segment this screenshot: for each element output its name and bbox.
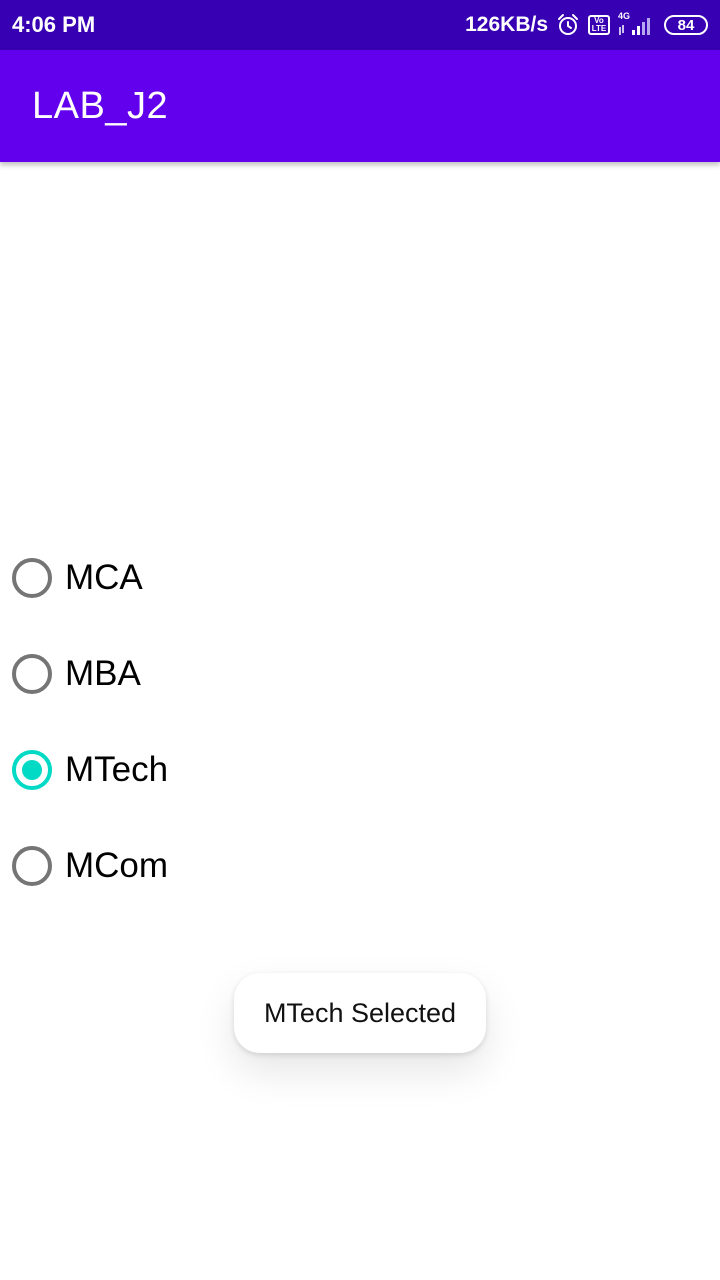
radio-option-mtech[interactable]: MTech [0,722,720,818]
toast-message: MTech Selected [263,997,457,1028]
radio-label: MTech [65,750,169,789]
volte-bottom-label: LTE [591,24,607,33]
radio-label: MBA [65,654,141,693]
radio-option-mca[interactable]: MCA [0,530,720,626]
radio-button-checked-icon[interactable] [12,750,52,790]
status-bar: 4:06 PM 126KB/s Vo LTE 4G 84 [0,0,720,50]
radio-label: MCom [65,846,169,885]
network-type-label: 4G [618,11,631,21]
battery-icon: 84 [664,15,708,35]
alarm-icon [556,13,580,37]
volte-icon: Vo LTE [588,15,610,35]
app-bar: LAB_J2 [0,50,720,162]
radio-label: MCA [65,558,143,597]
radio-group: MCA MBA MTech MCom [0,530,720,914]
radio-option-mcom[interactable]: MCom [0,818,720,914]
network-speed: 126KB/s [465,13,548,36]
status-time: 4:06 PM [12,12,96,37]
toast: MTech Selected [234,973,486,1053]
signal-icon: 4G [618,11,656,37]
radio-button-icon[interactable] [12,846,52,886]
radio-option-mba[interactable]: MBA [0,626,720,722]
app-title: LAB_J2 [32,84,169,127]
radio-button-icon[interactable] [12,558,52,598]
radio-button-icon[interactable] [12,654,52,694]
status-indicators: 126KB/s Vo LTE 4G 84 [465,11,708,37]
battery-level: 84 [677,16,695,34]
